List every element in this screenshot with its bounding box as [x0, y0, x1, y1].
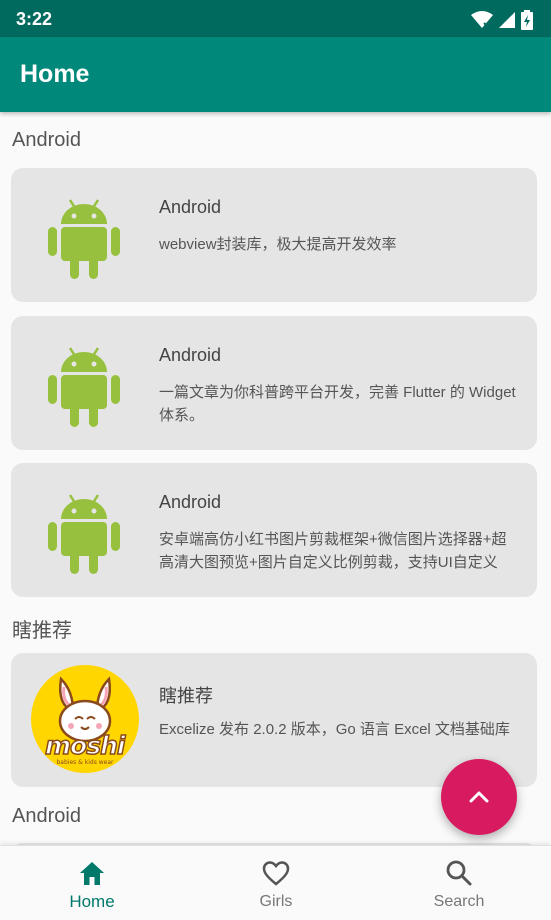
logo-tagline: babies & kids wear	[56, 759, 114, 766]
nav-label: Search	[433, 893, 485, 910]
logo-wordmark: moshi	[44, 730, 126, 761]
card-title: Android	[159, 492, 222, 512]
app-bar: Home	[0, 37, 551, 112]
home-icon	[80, 862, 104, 885]
nav-label: Home	[69, 892, 115, 911]
status-bar: 3:22	[0, 0, 551, 37]
page-title: Home	[20, 60, 90, 88]
article-card[interactable]: Android webview封装库，极大提高开发效率	[11, 168, 537, 302]
moshi-logo: moshi babies & kids wear	[31, 665, 139, 773]
wifi-icon	[471, 11, 493, 29]
card-title: 瞎推荐	[159, 686, 213, 706]
scroll-to-top-button[interactable]	[441, 759, 517, 835]
battery-icon	[521, 10, 533, 30]
status-icons	[471, 10, 533, 30]
signal-icon	[499, 12, 515, 28]
card-title: Android	[159, 197, 222, 217]
card-description: 一篇文章为你科普跨平台开发，完善 Flutter 的 Widget 体系。	[159, 384, 516, 424]
card-description: 安卓端高仿小红书图片剪裁框架+微信图片选择器+超高清大图预览+图片自定义比例剪裁…	[159, 531, 507, 571]
nav-label: Girls	[259, 893, 293, 910]
section-header: 瞎推荐	[12, 620, 72, 642]
chevron-up-icon	[469, 791, 489, 803]
feed-list[interactable]: Android Android webview封装库，极大提高开发效率 Andr…	[0, 112, 551, 845]
article-card[interactable]: Android 安卓端高仿小红书图片剪裁框架+微信图片选择器+超高清大图预览+图…	[11, 463, 537, 597]
nav-item-home[interactable]: Home	[0, 846, 184, 920]
nav-item-search[interactable]: Search	[367, 846, 551, 920]
article-card[interactable]: Android 一篇文章为你科普跨平台开发，完善 Flutter 的 Widge…	[11, 316, 537, 450]
android-robot-icon	[48, 494, 120, 574]
status-time: 3:22	[16, 9, 53, 29]
android-robot-icon	[48, 199, 120, 279]
bottom-navigation: Home Girls Search	[0, 845, 551, 920]
nav-item-girls[interactable]: Girls	[184, 846, 368, 920]
section-header: Android	[12, 805, 81, 827]
section-header: Android	[12, 129, 81, 151]
card-description: webview封装库，极大提高开发效率	[159, 236, 397, 253]
search-icon	[446, 860, 472, 886]
card-title: Android	[159, 345, 222, 365]
heart-outline-icon	[262, 861, 290, 886]
card-description: Excelize 发布 2.0.2 版本，Go 语言 Excel 文档基础库	[159, 721, 510, 738]
android-robot-icon	[48, 347, 120, 427]
